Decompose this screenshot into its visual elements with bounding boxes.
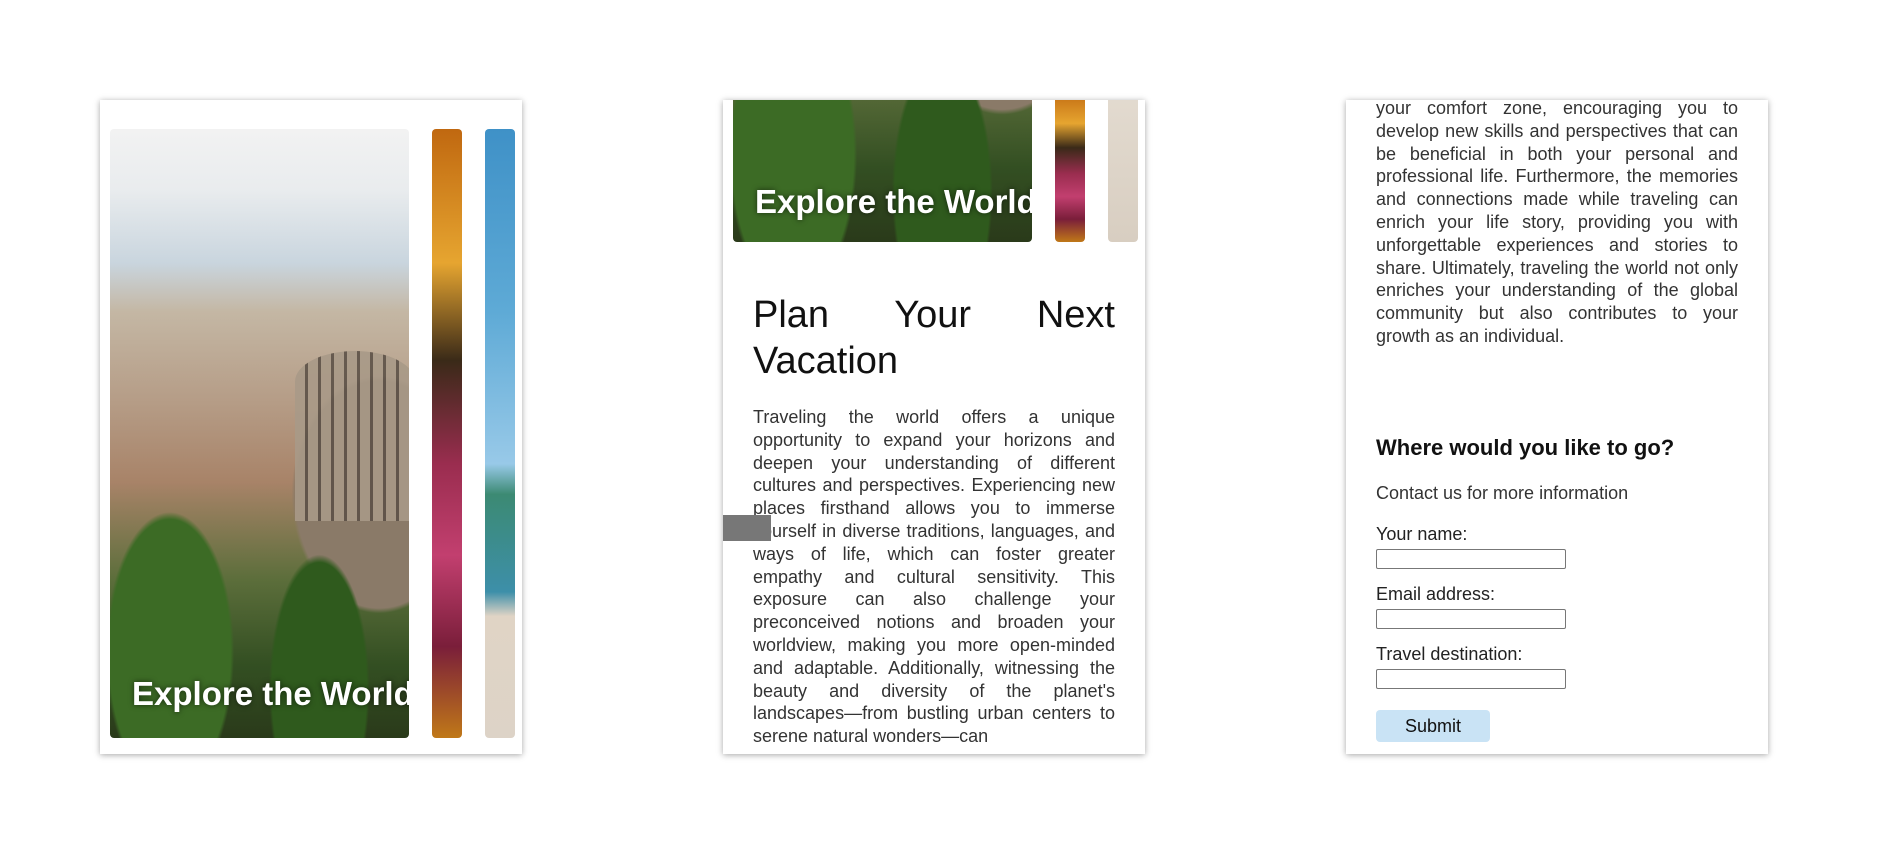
submit-button[interactable]: Submit bbox=[1376, 710, 1490, 742]
carousel-slide-3[interactable] bbox=[1108, 100, 1138, 242]
email-label: Email address: bbox=[1376, 584, 1496, 604]
form-subheading: Contact us for more information bbox=[1376, 483, 1629, 503]
name-field[interactable] bbox=[1376, 549, 1566, 569]
mobile-frame-1: Explore the World bbox=[100, 100, 522, 754]
destination-label: Travel destination: bbox=[1376, 644, 1523, 664]
form-heading: Where would you like to go? bbox=[1376, 435, 1675, 460]
carousel-slide-2[interactable] bbox=[432, 129, 462, 738]
hero-caption: Explore the World bbox=[132, 675, 409, 712]
carousel-slide-3[interactable] bbox=[485, 129, 515, 738]
mobile-frame-3: your comfort zone, encouraging you to de… bbox=[1346, 100, 1768, 754]
article-title: Plan Your Next Vacation bbox=[753, 294, 1115, 382]
destination-field[interactable] bbox=[1376, 669, 1566, 689]
mobile-frame-2: Explore the World Plan Your Next Vacatio… bbox=[723, 100, 1145, 754]
hero-image[interactable]: Explore the World bbox=[110, 129, 409, 738]
hero-image[interactable]: Explore the World bbox=[733, 100, 1032, 242]
carousel-slide-2[interactable] bbox=[1055, 100, 1085, 242]
email-field[interactable] bbox=[1376, 609, 1566, 629]
article-body: Traveling the world offers a unique oppo… bbox=[753, 407, 1115, 747]
article-body-continued: your comfort zone, encouraging you to de… bbox=[1376, 100, 1738, 346]
colosseum-shape bbox=[295, 351, 409, 521]
scroll-marker[interactable] bbox=[723, 515, 771, 541]
name-label: Your name: bbox=[1376, 524, 1468, 544]
hero-caption: Explore the World bbox=[755, 183, 1032, 220]
